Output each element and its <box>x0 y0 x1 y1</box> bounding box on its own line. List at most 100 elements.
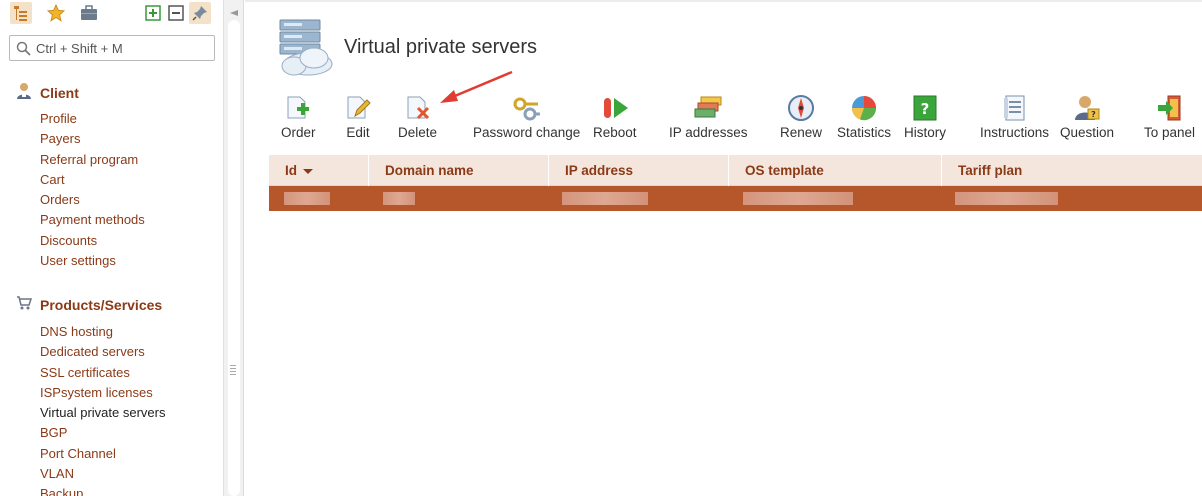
history-button[interactable]: ? History <box>904 94 946 140</box>
tree-view-icon[interactable] <box>10 2 32 24</box>
order-label: Order <box>281 125 316 140</box>
products-nav-list: DNS hosting Dedicated servers SSL certif… <box>40 322 165 496</box>
vps-server-cloud-icon <box>274 18 336 81</box>
sidebar-item-profile[interactable]: Profile <box>40 109 145 129</box>
sidebar-item-vlan[interactable]: VLAN <box>40 464 165 484</box>
section-products-services[interactable]: Products/Services <box>16 295 162 314</box>
column-ip-label: IP address <box>565 163 634 178</box>
sidebar-item-dns-hosting[interactable]: DNS hosting <box>40 322 165 342</box>
password-change-label: Password change <box>473 125 581 140</box>
renew-button[interactable]: Renew <box>780 94 822 140</box>
cart-icon <box>16 295 33 314</box>
sidebar-toolbar <box>0 0 224 28</box>
sidebar-item-backup[interactable]: Backup <box>40 484 165 496</box>
reboot-icon <box>600 94 630 122</box>
briefcase-icon[interactable] <box>78 2 100 24</box>
statistics-pie-icon <box>849 94 879 122</box>
to-panel-exit-icon <box>1155 94 1185 122</box>
cell-os-redacted <box>743 192 853 205</box>
column-domain-label: Domain name <box>385 163 474 178</box>
table-header: Id Domain name IP address OS template Ta… <box>269 155 1202 186</box>
delete-label: Delete <box>398 125 438 140</box>
to-panel-label: To panel <box>1144 125 1196 140</box>
column-tariff-label: Tariff plan <box>958 163 1023 178</box>
renew-label: Renew <box>780 125 823 140</box>
column-header-tariff-plan[interactable]: Tariff plan <box>942 155 1202 186</box>
order-button[interactable]: Order <box>281 94 316 140</box>
column-header-id[interactable]: Id <box>269 155 369 186</box>
instructions-label: Instructions <box>980 125 1050 140</box>
statistics-button[interactable]: Statistics <box>837 94 891 140</box>
sidebar-item-ispsystem-licenses[interactable]: ISPsystem licenses <box>40 383 165 403</box>
main-content <box>245 0 1202 496</box>
sidebar-item-ssl-certificates[interactable]: SSL certificates <box>40 363 165 383</box>
renew-compass-icon <box>786 94 816 122</box>
instructions-document-icon <box>1000 94 1030 122</box>
cell-domain-redacted <box>383 192 415 205</box>
sidebar-item-user-settings[interactable]: User settings <box>40 251 145 271</box>
ip-addresses-icon <box>693 94 723 122</box>
client-nav-list: Profile Payers Referral program Cart Ord… <box>40 109 145 271</box>
section-products-title: Products/Services <box>40 296 163 313</box>
column-header-ip-address[interactable]: IP address <box>549 155 729 186</box>
column-os-label: OS template <box>745 163 824 178</box>
svg-text:?: ? <box>1091 110 1096 119</box>
page-title: Virtual private servers <box>344 36 538 58</box>
collapse-all-icon[interactable] <box>165 2 187 24</box>
history-label: History <box>904 125 947 140</box>
question-label: Question <box>1060 125 1115 140</box>
expand-all-icon[interactable] <box>142 2 164 24</box>
table-row[interactable] <box>269 186 1202 211</box>
section-client-title: Client <box>40 84 79 101</box>
cell-id-redacted <box>284 192 330 205</box>
pin-icon[interactable] <box>189 2 211 24</box>
password-change-button[interactable]: Password change <box>473 94 580 140</box>
splitter-grip-icon[interactable] <box>230 364 236 376</box>
app-window: Client Profile Payers Referral program C… <box>0 0 1202 496</box>
to-panel-button[interactable]: To panel <box>1144 94 1195 140</box>
question-button[interactable]: ? Question <box>1060 94 1114 140</box>
ip-addresses-label: IP addresses <box>669 125 748 140</box>
key-icon <box>512 94 542 122</box>
reboot-label: Reboot <box>593 125 637 140</box>
edit-label: Edit <box>346 125 370 140</box>
search-icon <box>16 41 31 59</box>
sort-desc-icon <box>303 168 313 174</box>
section-client[interactable]: Client <box>16 82 79 103</box>
sidebar-item-dedicated-servers[interactable]: Dedicated servers <box>40 342 165 362</box>
order-add-icon <box>283 94 313 122</box>
column-header-os-template[interactable]: OS template <box>729 155 942 186</box>
svg-text:?: ? <box>921 100 930 118</box>
instructions-button[interactable]: Instructions <box>980 94 1049 140</box>
sidebar-item-payers[interactable]: Payers <box>40 129 145 149</box>
ip-addresses-button[interactable]: IP addresses <box>669 94 748 140</box>
delete-button[interactable]: Delete <box>398 94 437 140</box>
delete-x-icon <box>403 94 433 122</box>
collapse-sidebar-icon[interactable] <box>228 6 240 21</box>
sidebar-scrollbar[interactable] <box>228 20 240 496</box>
sidebar-item-discounts[interactable]: Discounts <box>40 231 145 251</box>
sidebar-item-referral-program[interactable]: Referral program <box>40 150 145 170</box>
cell-tariff-redacted <box>955 192 1058 205</box>
search-input[interactable] <box>36 39 208 57</box>
history-icon: ? <box>910 94 940 122</box>
sidebar-splitter[interactable] <box>224 0 244 496</box>
column-header-domain-name[interactable]: Domain name <box>369 155 549 186</box>
user-icon <box>16 82 32 103</box>
sidebar-item-bgp[interactable]: BGP <box>40 423 165 443</box>
cell-ip-redacted <box>562 192 648 205</box>
sidebar-item-port-channel[interactable]: Port Channel <box>40 444 165 464</box>
sidebar-item-orders[interactable]: Orders <box>40 190 145 210</box>
vps-table: Id Domain name IP address OS template Ta… <box>269 155 1202 211</box>
sidebar-item-virtual-private-servers[interactable]: Virtual private servers <box>40 403 165 423</box>
reboot-button[interactable]: Reboot <box>593 94 637 140</box>
edit-pencil-icon <box>343 94 373 122</box>
sidebar-item-cart[interactable]: Cart <box>40 170 145 190</box>
question-user-icon: ? <box>1072 94 1102 122</box>
edit-button[interactable]: Edit <box>343 94 373 140</box>
sidebar: Client Profile Payers Referral program C… <box>0 0 224 496</box>
search-field[interactable] <box>9 35 215 61</box>
favorites-star-icon[interactable] <box>45 2 67 24</box>
column-id-label: Id <box>285 163 297 178</box>
sidebar-item-payment-methods[interactable]: Payment methods <box>40 210 145 230</box>
